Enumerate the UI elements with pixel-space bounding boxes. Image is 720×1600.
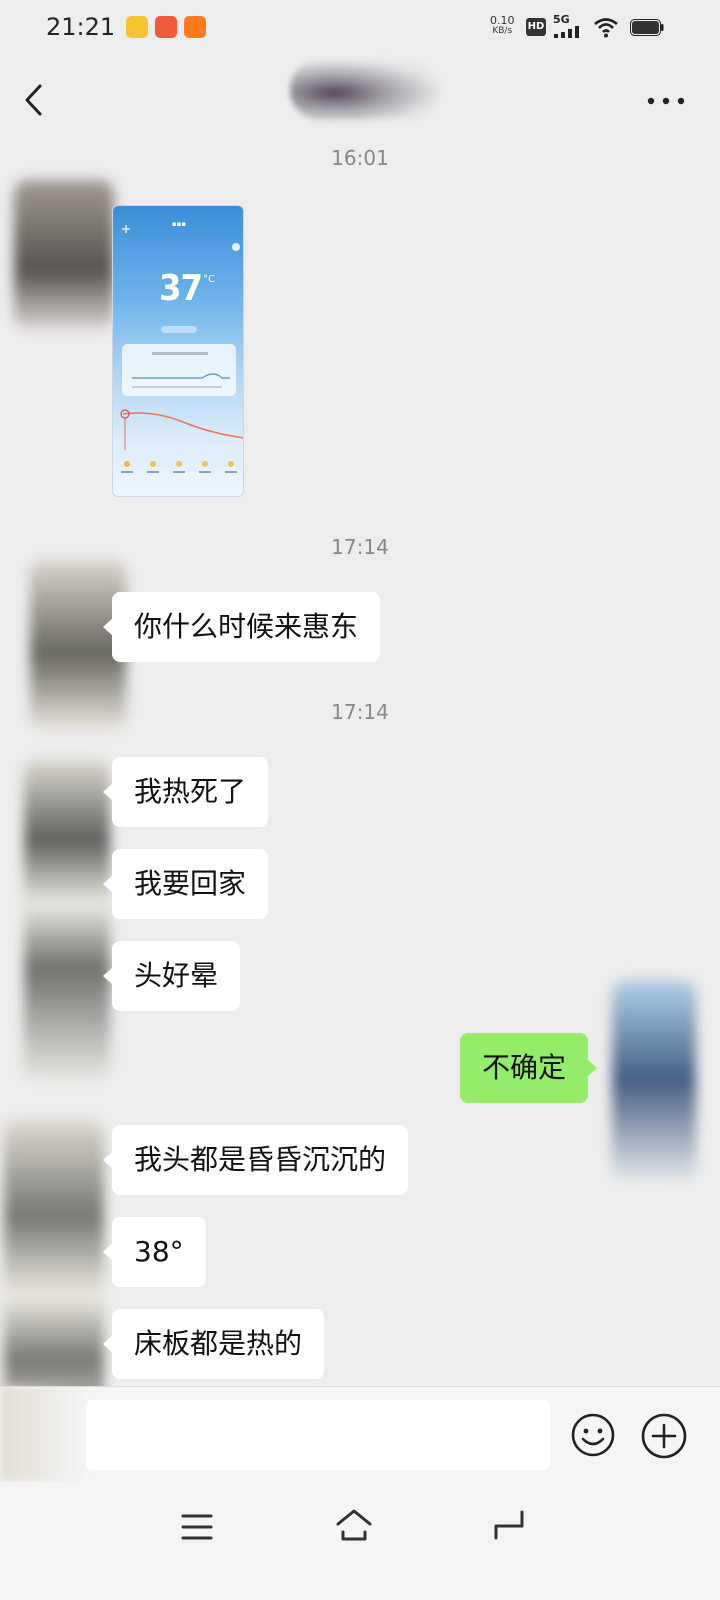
weather-temperature-unit: °C xyxy=(203,274,215,285)
weather-temperature: 37 xyxy=(159,268,203,309)
message-bubble-received[interactable]: 我热死了 xyxy=(102,757,269,827)
voice-toggle-redacted[interactable] xyxy=(0,1386,90,1482)
message-timestamp: 16:01 xyxy=(331,146,389,170)
message-bubble-received[interactable]: 你什么时候来惠东 xyxy=(102,592,381,662)
network-speed-value: 0.10 xyxy=(490,14,515,27)
home-icon[interactable] xyxy=(334,1506,374,1544)
more-dots-icon[interactable] xyxy=(646,96,686,106)
message-input[interactable] xyxy=(86,1400,550,1470)
hd-icon: HD xyxy=(526,18,546,36)
weather-rain-card xyxy=(122,344,236,396)
network-type-label: 5G xyxy=(553,13,570,26)
back-arrow-icon[interactable] xyxy=(492,1508,528,1542)
contact-avatar[interactable] xyxy=(24,760,110,1080)
network-speed-unit: KB/s xyxy=(492,26,513,36)
weather-icon xyxy=(232,243,240,251)
battery-icon xyxy=(630,19,664,36)
signal-icon xyxy=(554,26,579,38)
message-bubble-received[interactable]: 38° xyxy=(103,1217,206,1287)
wifi-icon xyxy=(594,18,618,38)
chat-title-redacted xyxy=(290,60,440,120)
menu-lines-icon[interactable] xyxy=(180,1512,214,1542)
status-time: 21:21 xyxy=(46,13,116,41)
message-timestamp: 17:14 xyxy=(331,535,389,559)
notification-app-icon xyxy=(126,16,148,38)
notification-app-icon xyxy=(155,16,177,38)
plus-circle-icon[interactable] xyxy=(640,1412,688,1460)
image-message-weather-screenshot[interactable]: ▪▪▪ 37 °C xyxy=(112,205,244,497)
weather-air-quality-pill xyxy=(161,326,197,333)
add-icon xyxy=(122,225,130,233)
contact-avatar[interactable] xyxy=(14,180,114,330)
message-bubble-sent[interactable]: 不确定 xyxy=(460,1033,598,1103)
message-bubble-received[interactable]: 头好晕 xyxy=(102,941,241,1011)
temperature-trend-graph xyxy=(120,409,243,450)
weather-city-label: ▪▪▪ xyxy=(171,220,187,228)
status-bar: 21:21 0.10 KB/s HD 5G xyxy=(0,0,720,56)
smiley-icon[interactable] xyxy=(570,1412,616,1458)
message-bubble-received[interactable]: 我头都是昏昏沉沉的 xyxy=(102,1125,409,1195)
my-avatar[interactable] xyxy=(612,980,696,1180)
network-speed: 0.10 KB/s xyxy=(490,15,515,37)
message-bubble-received[interactable]: 我要回家 xyxy=(102,849,269,919)
weather-forecast-days xyxy=(121,461,237,473)
message-bubble-received[interactable]: 床板都是热的 xyxy=(102,1309,325,1379)
chevron-left-icon[interactable] xyxy=(20,82,48,118)
notification-app-icon xyxy=(184,16,206,38)
